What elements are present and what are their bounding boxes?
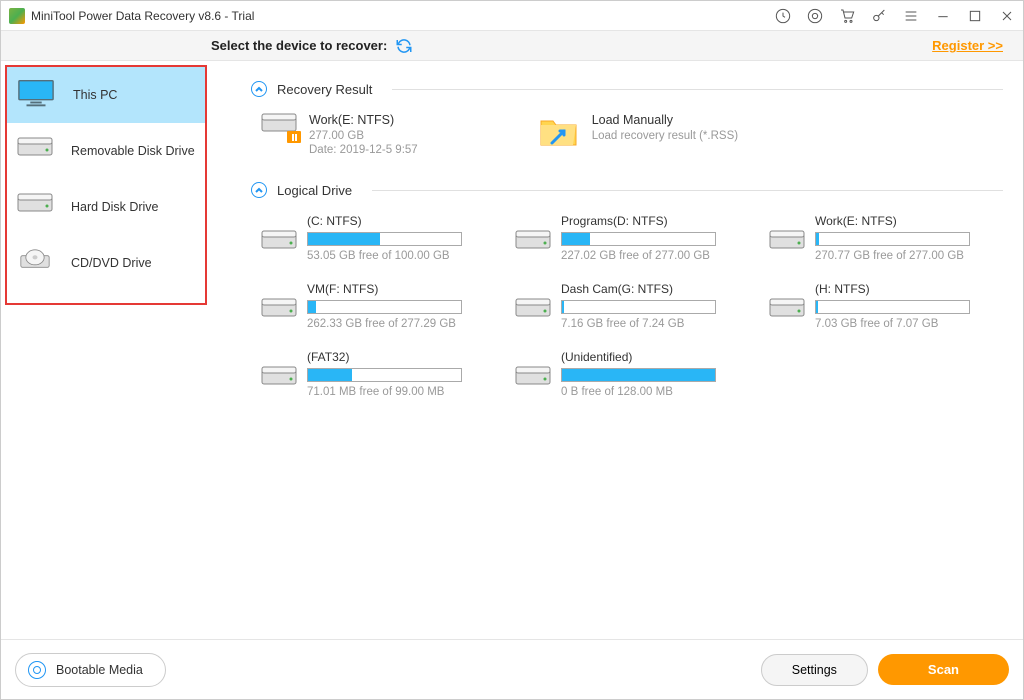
drive-item[interactable]: Programs(D: NTFS) 227.02 GB free of 277.…	[515, 214, 749, 262]
usage-bar	[561, 368, 716, 382]
logical-section-header: Logical Drive	[251, 182, 1003, 198]
footer: Bootable Media Settings Scan	[1, 639, 1023, 699]
section-title: Logical Drive	[277, 183, 352, 198]
divider	[372, 190, 1003, 191]
sidebar-item-label: Removable Disk Drive	[71, 144, 195, 158]
title-bar: MiniTool Power Data Recovery v8.6 - Tria…	[1, 1, 1023, 31]
drive-name: Work(E: NTFS)	[815, 214, 1003, 228]
disc-icon	[28, 661, 46, 679]
chevron-up-icon	[254, 185, 264, 195]
usage-bar	[561, 232, 716, 246]
drive-icon	[769, 298, 805, 322]
drive-name: (Unidentified)	[561, 350, 749, 364]
drive-item[interactable]: (H: NTFS) 7.03 GB free of 7.07 GB	[769, 282, 1003, 330]
scan-button[interactable]: Scan	[878, 654, 1009, 685]
content-area: Recovery Result Work(E: NTFS) 277.00 GB …	[211, 61, 1023, 639]
drive-name: Programs(D: NTFS)	[561, 214, 749, 228]
menu-icon[interactable]	[903, 8, 919, 24]
drive-icon	[515, 230, 551, 254]
drive-free-text: 262.33 GB free of 277.29 GB	[307, 318, 495, 330]
sub-bar: Select the device to recover: Register >…	[1, 31, 1023, 61]
drive-free-text: 7.16 GB free of 7.24 GB	[561, 318, 749, 330]
window-title: MiniTool Power Data Recovery v8.6 - Tria…	[31, 9, 775, 23]
register-link[interactable]: Register >>	[932, 38, 1003, 53]
drive-free-text: 270.77 GB free of 277.00 GB	[815, 250, 1003, 262]
collapse-button[interactable]	[251, 81, 267, 97]
divider	[392, 89, 1003, 90]
usage-bar	[307, 300, 462, 314]
disc-drive-icon	[17, 249, 53, 277]
key-icon[interactable]	[871, 8, 887, 24]
collapse-button[interactable]	[251, 182, 267, 198]
target-icon[interactable]	[807, 8, 823, 24]
recovery-section-header: Recovery Result	[251, 81, 1003, 97]
recovery-item-title: Work(E: NTFS)	[309, 113, 418, 127]
settings-button[interactable]: Settings	[761, 654, 868, 686]
usage-bar	[307, 368, 462, 382]
clock-icon[interactable]	[775, 8, 791, 24]
drive-item[interactable]: (Unidentified) 0 B free of 128.00 MB	[515, 350, 749, 398]
drive-free-text: 71.01 MB free of 99.00 MB	[307, 386, 495, 398]
folder-arrow-icon	[538, 113, 580, 149]
drive-icon	[261, 366, 297, 390]
drive-name: (FAT32)	[307, 350, 495, 364]
sidebar-item-removable[interactable]: Removable Disk Drive	[7, 123, 205, 179]
drive-paused-icon	[261, 113, 297, 141]
drive-item[interactable]: Work(E: NTFS) 270.77 GB free of 277.00 G…	[769, 214, 1003, 262]
load-manually-item[interactable]: Load Manually Load recovery result (*.RS…	[538, 113, 738, 158]
drive-icon	[515, 366, 551, 390]
bootable-label: Bootable Media	[56, 663, 143, 677]
sub-bar-title: Select the device to recover:	[211, 38, 387, 53]
usage-bar	[815, 300, 970, 314]
sidebar: This PC Removable Disk Drive Hard Disk D…	[1, 61, 211, 639]
refresh-icon[interactable]	[395, 37, 413, 55]
sidebar-item-hdd[interactable]: Hard Disk Drive	[7, 179, 205, 235]
bootable-media-button[interactable]: Bootable Media	[15, 653, 166, 687]
removable-drive-icon	[17, 137, 53, 165]
drive-item[interactable]: VM(F: NTFS) 262.33 GB free of 277.29 GB	[261, 282, 495, 330]
load-manually-title: Load Manually	[592, 113, 738, 127]
drive-free-text: 7.03 GB free of 7.07 GB	[815, 318, 1003, 330]
sidebar-item-label: Hard Disk Drive	[71, 200, 159, 214]
sidebar-item-cddvd[interactable]: CD/DVD Drive	[7, 235, 205, 291]
usage-bar	[561, 300, 716, 314]
close-icon[interactable]	[999, 8, 1015, 24]
drive-name: (C: NTFS)	[307, 214, 495, 228]
drive-item[interactable]: (FAT32) 71.01 MB free of 99.00 MB	[261, 350, 495, 398]
usage-bar	[307, 232, 462, 246]
drive-name: Dash Cam(G: NTFS)	[561, 282, 749, 296]
recovery-result-item[interactable]: Work(E: NTFS) 277.00 GB Date: 2019-12-5 …	[261, 113, 418, 158]
usage-bar	[815, 232, 970, 246]
cart-icon[interactable]	[839, 8, 855, 24]
drive-icon	[769, 230, 805, 254]
monitor-icon	[17, 78, 55, 113]
drive-name: VM(F: NTFS)	[307, 282, 495, 296]
drive-item[interactable]: Dash Cam(G: NTFS) 7.16 GB free of 7.24 G…	[515, 282, 749, 330]
drive-icon	[261, 298, 297, 322]
drive-icon	[515, 298, 551, 322]
section-title: Recovery Result	[277, 82, 372, 97]
drive-icon	[261, 230, 297, 254]
recovery-item-size: 277.00 GB	[309, 130, 418, 142]
drive-free-text: 53.05 GB free of 100.00 GB	[307, 250, 495, 262]
chevron-up-icon	[254, 84, 264, 94]
drive-free-text: 0 B free of 128.00 MB	[561, 386, 749, 398]
hard-drive-icon	[17, 193, 53, 221]
drive-name: (H: NTFS)	[815, 282, 1003, 296]
recovery-item-date: Date: 2019-12-5 9:57	[309, 144, 418, 156]
sidebar-item-label: CD/DVD Drive	[71, 256, 152, 270]
load-manually-sub: Load recovery result (*.RSS)	[592, 130, 738, 142]
maximize-icon[interactable]	[967, 8, 983, 24]
sidebar-item-this-pc[interactable]: This PC	[7, 67, 205, 123]
drive-item[interactable]: (C: NTFS) 53.05 GB free of 100.00 GB	[261, 214, 495, 262]
app-icon	[9, 8, 25, 24]
drive-free-text: 227.02 GB free of 277.00 GB	[561, 250, 749, 262]
sidebar-item-label: This PC	[73, 88, 117, 102]
minimize-icon[interactable]	[935, 8, 951, 24]
